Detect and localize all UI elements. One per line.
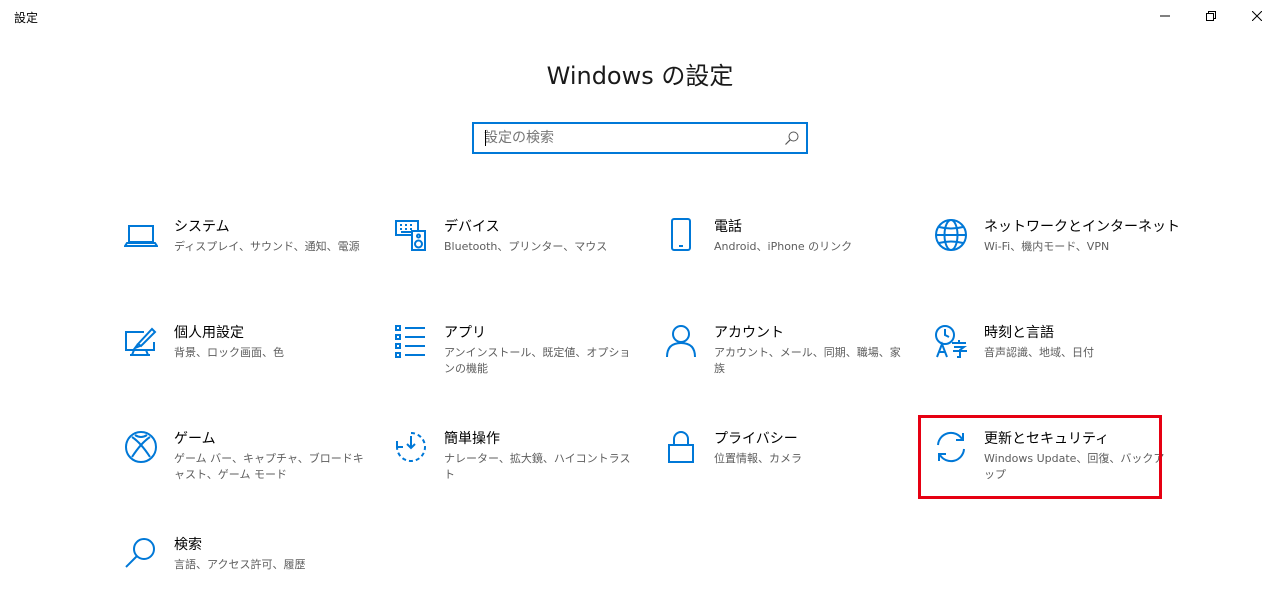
- tile-title: ネットワークとインターネット: [984, 219, 1180, 235]
- globe-icon: [935, 219, 967, 251]
- restore-icon: [1206, 11, 1216, 21]
- tile-description: ナレーター、拡大鏡、ハイコントラスト: [444, 452, 631, 481]
- tile-title: アカウント: [714, 325, 784, 341]
- tile-time-language[interactable]: 時刻と言語 音声認識、地域、日付: [934, 324, 1174, 394]
- tile-devices[interactable]: デバイス Bluetooth、プリンター、マウス: [394, 218, 634, 288]
- tile-ease-of-access[interactable]: 簡単操作 ナレーター、拡大鏡、ハイコントラスト: [394, 430, 634, 500]
- xbox-icon: [125, 431, 157, 463]
- tile-network[interactable]: ネットワークとインターネット Wi-Fi、機内モード、VPN: [934, 218, 1180, 288]
- tile-description: 位置情報、カメラ: [714, 452, 802, 465]
- tile-title: アプリ: [444, 325, 486, 341]
- tile-system[interactable]: システム ディスプレイ、サウンド、通知、電源: [124, 218, 364, 288]
- tile-title: ゲーム: [174, 431, 216, 447]
- tile-description: アンインストール、既定値、オプションの機能: [444, 346, 631, 375]
- minimize-icon: [1160, 15, 1170, 17]
- keyboard-speaker-icon: [395, 220, 426, 251]
- tile-description: 背景、ロック画面、色: [174, 346, 284, 359]
- paint-icon: [125, 327, 157, 356]
- tile-description: ディスプレイ、サウンド、通知、電源: [174, 240, 360, 253]
- tile-personalization[interactable]: 個人用設定 背景、ロック画面、色: [124, 324, 364, 394]
- tile-description: 言語、アクセス許可、履歴: [174, 558, 306, 571]
- tile-description: Wi-Fi、機内モード、VPN: [984, 240, 1110, 253]
- lock-icon: [668, 431, 694, 463]
- tile-apps[interactable]: アプリ アンインストール、既定値、オプションの機能: [394, 324, 634, 394]
- window-title: 設定: [14, 11, 39, 25]
- tile-search[interactable]: 検索 言語、アクセス許可、履歴: [124, 536, 364, 606]
- tile-title: 時刻と言語: [984, 325, 1054, 341]
- person-icon: [666, 325, 696, 358]
- tile-gaming[interactable]: ゲーム ゲーム バー、キャプチャ、ブロードキャスト、ゲーム モード: [124, 430, 364, 500]
- tile-title: 検索: [174, 537, 202, 553]
- close-button[interactable]: [1234, 0, 1280, 32]
- tile-title: 簡単操作: [444, 431, 500, 447]
- title-bar: 設定: [0, 0, 1280, 32]
- tile-description: 音声認識、地域、日付: [984, 346, 1094, 359]
- phone-icon: [671, 218, 691, 251]
- search-input[interactable]: [484, 124, 774, 152]
- text-caret: [485, 130, 486, 146]
- time-language-icon: [935, 325, 967, 358]
- close-icon: [1252, 11, 1262, 21]
- tile-privacy[interactable]: プライバシー 位置情報、カメラ: [664, 430, 904, 500]
- ease-of-access-icon: [396, 432, 426, 462]
- tile-title: プライバシー: [714, 431, 798, 447]
- apps-list-icon: [395, 325, 425, 358]
- highlight-box: [918, 415, 1162, 499]
- tile-title: システム: [174, 219, 230, 235]
- laptop-icon: [124, 225, 158, 247]
- minimize-button[interactable]: [1142, 0, 1188, 32]
- page-title: Windows の設定: [546, 62, 734, 90]
- tile-title: 個人用設定: [174, 325, 244, 341]
- tile-title: 電話: [714, 219, 742, 235]
- magnifier-icon: [125, 538, 155, 568]
- tile-accounts[interactable]: アカウント アカウント、メール、同期、職場、家族: [664, 324, 904, 394]
- tile-description: Android、iPhone のリンク: [714, 240, 853, 253]
- tile-description: ゲーム バー、キャプチャ、ブロードキャスト、ゲーム モード: [174, 452, 364, 481]
- restore-button[interactable]: [1188, 0, 1234, 32]
- search-icon[interactable]: [784, 130, 800, 146]
- tile-description: Bluetooth、プリンター、マウス: [444, 240, 608, 253]
- tile-description: アカウント、メール、同期、職場、家族: [714, 346, 901, 375]
- search-box[interactable]: [472, 122, 808, 154]
- tile-phone[interactable]: 電話 Android、iPhone のリンク: [664, 218, 904, 288]
- tile-title: デバイス: [444, 219, 500, 235]
